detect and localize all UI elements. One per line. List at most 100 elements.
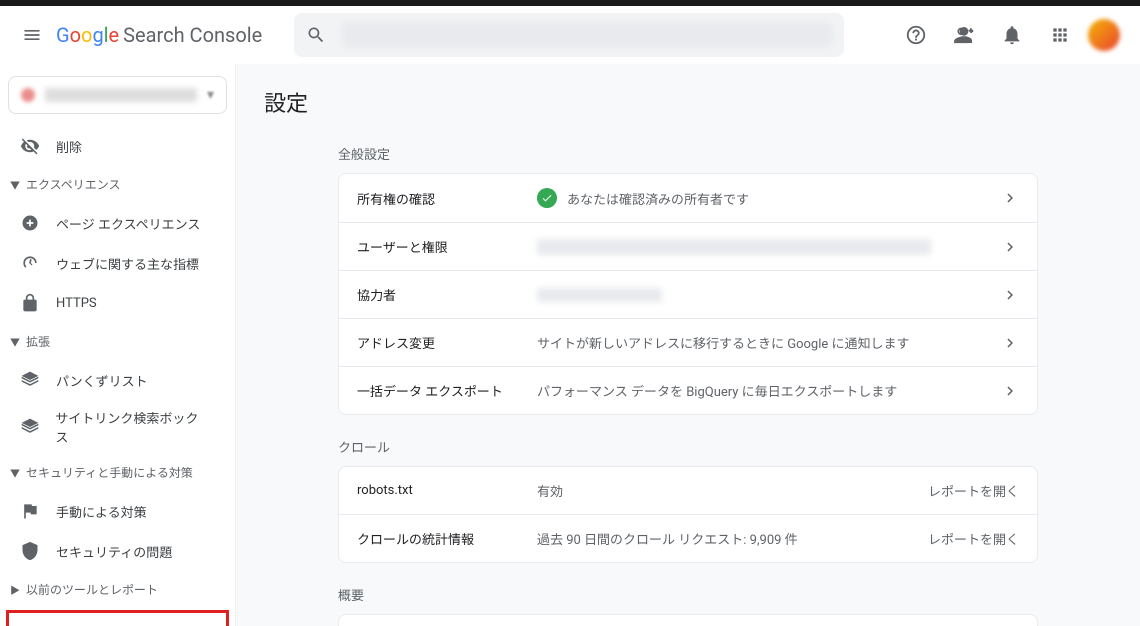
chevron-right-icon (1001, 286, 1019, 304)
sidebar-item-sitelinks[interactable]: サイトリンク検索ボックス (0, 400, 223, 454)
sidebar-label: 手動による対策 (56, 502, 147, 521)
sidebar-item-security-issues[interactable]: セキュリティの問題 (0, 531, 223, 571)
search-input[interactable] (294, 13, 844, 57)
row-users-permissions[interactable]: ユーザーと権限 (339, 222, 1037, 270)
layers-icon (18, 415, 41, 439)
sidebar-item-core-web-vitals[interactable]: ウェブに関する主な指標 (0, 243, 223, 283)
search-value-redacted (342, 23, 832, 47)
chevron-right-icon (1001, 238, 1019, 256)
highlight-annotation: リンク (6, 610, 229, 626)
row-label: 一括データ エクスポート (357, 381, 537, 400)
hide-icon (18, 134, 42, 158)
hamburger-icon (22, 25, 42, 45)
help-button[interactable] (896, 15, 936, 55)
section-label: セキュリティと手動による対策 (26, 464, 193, 481)
sidebar-section-security[interactable]: ▼ セキュリティと手動による対策 (0, 454, 235, 491)
section-title-overview: 概要 (338, 585, 1038, 604)
row-label: 所有権の確認 (357, 189, 537, 208)
row-label: ユーザーと権限 (357, 237, 537, 256)
open-report-link[interactable]: レポートを開く (928, 481, 1019, 500)
row-label: クロールの統計情報 (357, 529, 537, 548)
flag-icon (18, 499, 42, 523)
row-value-text: パフォーマンス データを BigQuery に毎日エクスポートします (537, 381, 985, 400)
row-value-text: サイトが新しいアドレスに移行するときに Google に通知します (537, 333, 985, 352)
sidebar-item-manual-actions[interactable]: 手動による対策 (0, 491, 223, 531)
section-title-crawl: クロール (338, 437, 1038, 456)
sidebar-label: セキュリティの問題 (56, 542, 172, 561)
row-ownership[interactable]: 所有権の確認 あなたは確認済みの所有者です (339, 174, 1037, 222)
sidebar-section-experience[interactable]: ▼ エクスペリエンス (0, 166, 235, 203)
property-favicon (21, 88, 35, 102)
link-icon (27, 621, 51, 626)
section-title-general: 全般設定 (338, 144, 1038, 163)
chevron-down-icon: ▾ (207, 87, 214, 103)
page-title: 設定 (264, 86, 1112, 118)
shield-icon (18, 539, 42, 563)
row-robots[interactable]: robots.txt 有効 レポートを開く (339, 467, 1037, 514)
property-name-redacted (45, 88, 197, 102)
value-redacted (537, 288, 662, 302)
help-icon (905, 24, 927, 46)
notifications-button[interactable] (992, 15, 1032, 55)
sidebar-item-links[interactable]: リンク (9, 613, 214, 626)
header-actions (896, 15, 1128, 55)
search-icon (306, 25, 326, 45)
product-name: Search Console (123, 23, 262, 47)
row-value-text: あなたは確認済みの所有者です (567, 189, 749, 208)
row-label: アドレス変更 (357, 333, 537, 352)
avatar[interactable] (1088, 19, 1120, 51)
chevron-right-icon (1001, 334, 1019, 352)
apps-button[interactable] (1040, 15, 1080, 55)
row-property-added[interactable]: プロパティをアカウントに追加 2021年6月9日 プロパティを削除 (339, 615, 1037, 626)
speedometer-icon (18, 251, 42, 275)
sidebar-label: 削除 (56, 137, 82, 156)
chevron-down-icon: ▼ (10, 177, 20, 192)
account-button[interactable] (944, 15, 984, 55)
menu-button[interactable] (12, 15, 52, 55)
sidebar-label: ウェブに関する主な指標 (56, 254, 199, 273)
open-report-link[interactable]: レポートを開く (928, 529, 1019, 548)
chevron-right-icon (1001, 189, 1019, 207)
sidebar-item-breadcrumbs[interactable]: パンくずリスト (0, 360, 223, 400)
chevron-down-icon: ▼ (10, 465, 20, 480)
sidebar-item-remove[interactable]: 削除 (0, 126, 223, 166)
sidebar-label: ページ エクスペリエンス (56, 214, 200, 233)
chevron-right-icon (1001, 382, 1019, 400)
circle-plus-icon (18, 211, 42, 235)
row-label: 協力者 (357, 285, 537, 304)
logo: Google Search Console (56, 23, 262, 47)
sidebar-section-legacy[interactable]: ▶ 以前のツールとレポート (0, 571, 235, 608)
crawl-card: robots.txt 有効 レポートを開く クロールの統計情報 過去 90 日間… (338, 466, 1038, 563)
sidebar: ▾ 削除 ▼ エクスペリエンス ページ エクスペリエンス ウェブに関する主な指標… (0, 64, 236, 626)
row-bulk-export[interactable]: 一括データ エクスポート パフォーマンス データを BigQuery に毎日エク… (339, 366, 1037, 414)
property-selector[interactable]: ▾ (8, 76, 227, 114)
row-label: robots.txt (357, 483, 537, 498)
row-value-text: 有効 (537, 481, 928, 500)
chevron-down-icon: ▼ (10, 334, 20, 349)
sidebar-item-page-experience[interactable]: ページ エクスペリエンス (0, 203, 223, 243)
row-associates[interactable]: 協力者 (339, 270, 1037, 318)
lock-icon (18, 291, 42, 315)
sidebar-label: HTTPS (56, 296, 97, 311)
value-redacted (537, 239, 931, 255)
section-label: 以前のツールとレポート (26, 581, 158, 598)
bell-icon (1001, 24, 1023, 46)
main-content: 設定 全般設定 所有権の確認 あなたは確認済みの所有者です ユーザーと権限 (236, 64, 1140, 626)
sidebar-label: パンくずリスト (56, 371, 148, 390)
section-label: エクスペリエンス (26, 176, 121, 193)
row-crawl-stats[interactable]: クロールの統計情報 過去 90 日間のクロール リクエスト: 9,909 件 レ… (339, 514, 1037, 562)
overview-card: プロパティをアカウントに追加 2021年6月9日 プロパティを削除 (338, 614, 1038, 626)
section-label: 拡張 (26, 333, 50, 350)
app-header: Google Search Console (0, 6, 1140, 64)
chevron-right-icon: ▶ (10, 582, 20, 597)
sidebar-label: サイトリンク検索ボックス (55, 408, 207, 446)
sidebar-item-https[interactable]: HTTPS (0, 283, 223, 323)
row-value-text: 過去 90 日間のクロール リクエスト: 9,909 件 (537, 529, 928, 548)
row-change-address[interactable]: アドレス変更 サイトが新しいアドレスに移行するときに Google に通知します (339, 318, 1037, 366)
apps-grid-icon (1050, 25, 1070, 45)
general-card: 所有権の確認 あなたは確認済みの所有者です ユーザーと権限 協力者 (338, 173, 1038, 415)
layers-icon (18, 368, 42, 392)
people-icon (953, 24, 975, 46)
search-container (294, 13, 844, 57)
sidebar-section-enhancements[interactable]: ▼ 拡張 (0, 323, 235, 360)
